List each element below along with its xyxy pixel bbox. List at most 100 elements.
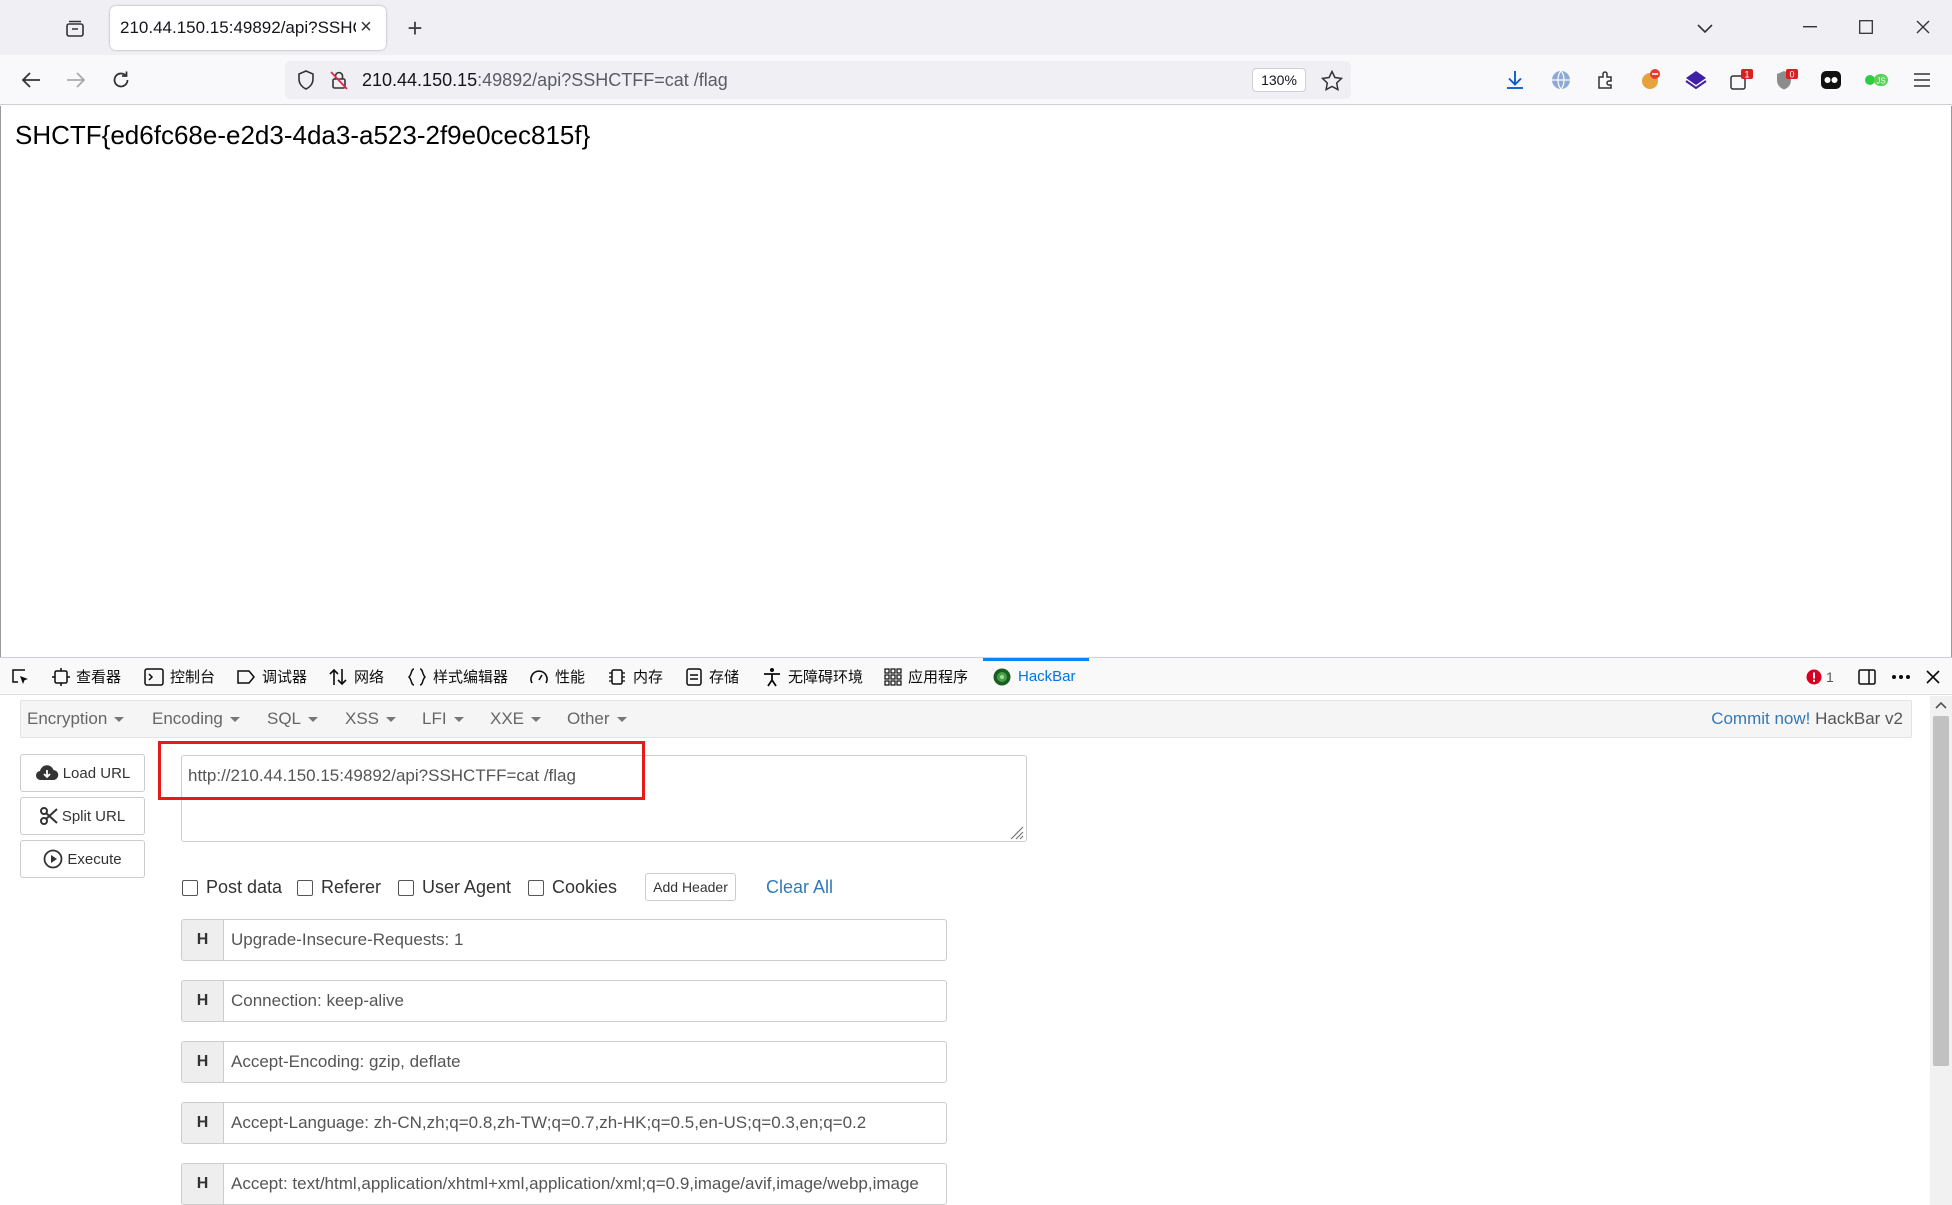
- puzzle-extensions-icon[interactable]: [1591, 65, 1621, 95]
- menu-encoding[interactable]: Encoding: [152, 709, 240, 729]
- execute-button[interactable]: Execute: [20, 840, 145, 878]
- tab-network[interactable]: 网络: [328, 658, 384, 695]
- new-tab-icon[interactable]: +: [400, 14, 430, 44]
- checkbox-box[interactable]: [297, 879, 313, 896]
- checkbox-box[interactable]: [182, 879, 198, 896]
- forward-arrow-icon[interactable]: [59, 63, 93, 97]
- tab-storage[interactable]: 存储: [685, 658, 739, 695]
- checkbox-label: Referer: [321, 877, 382, 897]
- tab-label: 性能: [555, 669, 586, 686]
- checkbox-label: User Agent: [422, 877, 512, 897]
- translate-extension-icon[interactable]: 1: [1726, 65, 1756, 95]
- close-icon[interactable]: ×: [356, 17, 376, 38]
- tab-application[interactable]: 应用程序: [884, 658, 968, 695]
- post-data-checkbox[interactable]: Post data: [182, 877, 282, 898]
- tab-label: 无障碍环境: [788, 669, 864, 686]
- globe-extension-icon[interactable]: [1546, 65, 1576, 95]
- download-icon[interactable]: [1500, 65, 1530, 95]
- tab-memory[interactable]: 内存: [607, 658, 663, 695]
- header-value-input[interactable]: Accept-Encoding: gzip, deflate: [224, 1042, 946, 1082]
- error-count-badge[interactable]: 1: [1806, 658, 1834, 695]
- header-value-input[interactable]: Connection: keep-alive: [224, 981, 946, 1021]
- cookie-extension-icon[interactable]: [1636, 65, 1666, 95]
- reload-icon[interactable]: [104, 63, 138, 97]
- hamburger-menu-icon[interactable]: [1907, 65, 1937, 95]
- chip-icon: [609, 668, 625, 685]
- menu-xxe[interactable]: XXE: [490, 709, 541, 729]
- url-host: 210.44.150.15: [362, 70, 478, 90]
- referer-checkbox[interactable]: Referer: [297, 877, 381, 898]
- tab-strip: 210.44.150.15:49892/api?SSHCTF × +: [0, 0, 1952, 55]
- commit-link[interactable]: Commit now!: [1711, 709, 1810, 728]
- header-row: H Upgrade-Insecure-Requests: 1: [181, 919, 947, 961]
- url-bar[interactable]: 210.44.150.15:49892/api?SSHCTFF=cat /fla…: [285, 61, 1351, 99]
- tab-debugger[interactable]: 调试器: [236, 658, 307, 695]
- header-label[interactable]: H: [182, 920, 224, 960]
- error-icon: [1806, 669, 1822, 684]
- badge-label: JS: [1876, 76, 1885, 85]
- dock-side-icon[interactable]: [1858, 658, 1882, 695]
- insecure-lock-icon[interactable]: [329, 70, 349, 95]
- tab-inspector[interactable]: 查看器: [52, 658, 121, 695]
- devtools-panel: 查看器 控制台 调试器 网络 样式编辑器 性能 内存 存储 无障碍环境 应用程序…: [0, 657, 1952, 1205]
- tab-hackbar[interactable]: HackBar: [992, 658, 1076, 695]
- chevron-down-icon[interactable]: [1690, 14, 1720, 44]
- minimize-icon[interactable]: [1790, 10, 1830, 44]
- menu-other[interactable]: Other: [567, 709, 627, 729]
- menu-encryption[interactable]: Encryption: [27, 709, 124, 729]
- header-label[interactable]: H: [182, 1164, 224, 1204]
- tab-performance[interactable]: 性能: [529, 658, 585, 695]
- tab-console[interactable]: 控制台: [144, 658, 215, 695]
- user-agent-checkbox[interactable]: User Agent: [398, 877, 511, 898]
- back-arrow-icon[interactable]: [14, 63, 48, 97]
- scroll-up-icon[interactable]: [1935, 701, 1947, 709]
- network-icon: [329, 668, 347, 685]
- tab-style-editor[interactable]: 样式编辑器: [407, 658, 508, 695]
- url-path: :49892/api?SSHCTFF=cat /flag: [477, 70, 728, 90]
- zoom-level[interactable]: 130%: [1252, 68, 1306, 92]
- url-text[interactable]: 210.44.150.15:49892/api?SSHCTFF=cat /fla…: [362, 70, 728, 91]
- js-extension-icon[interactable]: JS: [1861, 65, 1891, 95]
- mask-extension-icon[interactable]: [1816, 65, 1846, 95]
- header-row: H Accept-Encoding: gzip, deflate: [181, 1041, 947, 1083]
- load-url-button[interactable]: Load URL: [20, 754, 145, 792]
- header-value-input[interactable]: Accept: text/html,application/xhtml+xml,…: [224, 1164, 946, 1204]
- devtools-scrollbar[interactable]: [1930, 696, 1952, 1205]
- checkbox-box[interactable]: [528, 879, 544, 896]
- maximize-icon[interactable]: [1846, 10, 1886, 44]
- ublock-extension-icon[interactable]: 0: [1771, 65, 1801, 95]
- header-value-input[interactable]: Accept-Language: zh-CN,zh;q=0.8,zh-TW;q=…: [224, 1103, 946, 1143]
- header-value-input[interactable]: Upgrade-Insecure-Requests: 1: [224, 920, 946, 960]
- split-url-button[interactable]: Split URL: [20, 797, 145, 835]
- window-close-icon[interactable]: [1903, 10, 1943, 44]
- header-row: H Accept-Language: zh-CN,zh;q=0.8,zh-TW;q…: [181, 1102, 947, 1144]
- menu-lfi[interactable]: LFI: [422, 709, 464, 729]
- menu-xss[interactable]: XSS: [345, 709, 396, 729]
- cloud-download-icon: [35, 765, 58, 781]
- header-label[interactable]: H: [182, 1042, 224, 1082]
- checkbox-box[interactable]: [398, 879, 414, 896]
- devtools-toolbar: 查看器 控制台 调试器 网络 样式编辑器 性能 内存 存储 无障碍环境 应用程序…: [0, 658, 1952, 695]
- cookies-checkbox[interactable]: Cookies: [528, 877, 617, 898]
- tab-accessibility[interactable]: 无障碍环境: [762, 658, 863, 695]
- hackbar-version: Commit now! HackBar v2: [1711, 709, 1903, 729]
- more-options-icon[interactable]: [1891, 658, 1917, 695]
- layers-extension-icon[interactable]: [1681, 65, 1711, 95]
- resize-handle-icon[interactable]: [1010, 826, 1024, 840]
- scroll-thumb[interactable]: [1933, 716, 1949, 1066]
- tab-list-icon[interactable]: [58, 14, 92, 44]
- header-label[interactable]: H: [182, 981, 224, 1021]
- version-label: HackBar v2: [1815, 709, 1903, 728]
- star-icon[interactable]: [1320, 69, 1344, 96]
- hackbar-url-input[interactable]: http://210.44.150.15:49892/api?SSHCTFF=c…: [181, 755, 1027, 842]
- menu-sql[interactable]: SQL: [267, 709, 318, 729]
- header-label[interactable]: H: [182, 1103, 224, 1143]
- browser-tab[interactable]: 210.44.150.15:49892/api?SSHCTF ×: [110, 6, 386, 50]
- clear-all-link[interactable]: Clear All: [766, 877, 833, 898]
- shield-icon[interactable]: [297, 70, 315, 95]
- badge-count: 0: [1789, 70, 1794, 80]
- element-picker-icon[interactable]: [10, 658, 36, 695]
- add-header-button[interactable]: Add Header: [645, 873, 736, 901]
- devtools-close-icon[interactable]: [1926, 658, 1946, 695]
- gauge-icon: [530, 669, 548, 683]
